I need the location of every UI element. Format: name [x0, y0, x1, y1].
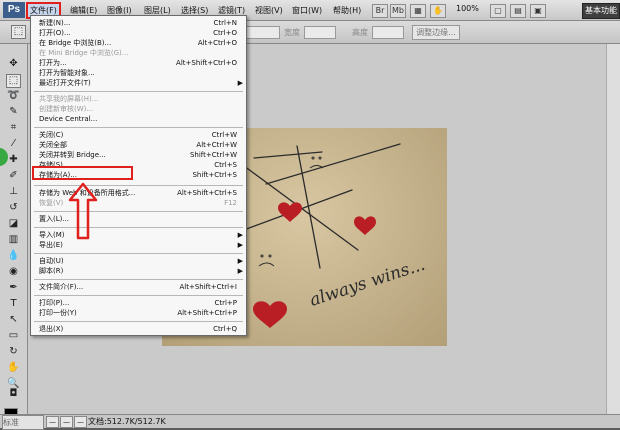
menu-item-open-smart-object[interactable]: 打开为智能对象...	[31, 69, 246, 78]
menu-window[interactable]: 窗口(W)	[292, 4, 322, 17]
menu-item-automate[interactable]: 自动(U) ▶	[31, 257, 246, 266]
menu-item-close[interactable]: 关闭(C) Ctrl+W	[31, 131, 246, 140]
menu-item-revert: 恢复(V) F12	[39, 199, 237, 207]
width-input[interactable]	[304, 26, 336, 39]
menu-item-share-screen: 共享我的屏幕(H)...	[39, 95, 99, 103]
width-label: 宽度	[284, 28, 300, 37]
status-bar: 标准 — — — 文档:512.7K/512.7K	[0, 414, 620, 430]
save-as-highlight-box	[32, 166, 133, 180]
status-next-button[interactable]: —	[60, 416, 73, 428]
menu-item-place[interactable]: 置入(L)...	[31, 215, 246, 224]
eraser-tool-icon[interactable]: ◪	[7, 218, 20, 230]
menu-separator	[34, 91, 243, 92]
minibridge-icon[interactable]: Mb	[390, 4, 406, 18]
screen-mode-icon[interactable]: ▢	[490, 4, 506, 18]
menu-item-recent-files[interactable]: 最近打开文件(T) ▶	[31, 79, 246, 88]
menu-item-scripts[interactable]: 脚本(R) ▶	[31, 267, 246, 276]
submenu-arrow-icon: ▶	[237, 241, 243, 249]
menu-item-create-review: 创建新审核(W)...	[39, 105, 94, 113]
quick-mask-icon[interactable]: ◘	[7, 388, 20, 400]
dodge-tool-icon[interactable]: ◉	[7, 266, 20, 278]
shape-tool-icon[interactable]: ▭	[7, 330, 20, 342]
menu-item-exit[interactable]: 退出(X) Ctrl+Q	[31, 325, 246, 334]
marquee-tool-preset-icon[interactable]: ⬚	[11, 25, 26, 39]
path-select-tool-icon[interactable]: ↖	[7, 314, 20, 326]
menu-item-open[interactable]: 打开(O)... Ctrl+O	[31, 29, 246, 38]
menu-separator	[34, 211, 243, 212]
move-tool-icon[interactable]: ✥	[7, 58, 20, 70]
hand-icon[interactable]: ✋	[430, 4, 446, 18]
menu-item-device-central[interactable]: Device Central...	[31, 115, 246, 124]
menu-item-close-all[interactable]: 关闭全部 Alt+Ctrl+W	[31, 141, 246, 150]
menu-item-print-one-copy[interactable]: 打印一份(Y) Alt+Shift+Ctrl+P	[31, 309, 246, 318]
workspace-button[interactable]: 基本功能	[582, 3, 620, 19]
menu-item-browse-mini-bridge: 在 Mini Bridge 中浏览(G)...	[39, 49, 129, 57]
zoom-level[interactable]: 100%	[456, 4, 479, 13]
menu-item-import[interactable]: 导入(M) ▶	[31, 231, 246, 240]
status-prev-button[interactable]: —	[46, 416, 59, 428]
gradient-tool-icon[interactable]: ▥	[7, 234, 20, 246]
photoshop-logo: Ps	[3, 2, 25, 18]
menu-item-print[interactable]: 打印(P)... Ctrl+P	[31, 299, 246, 308]
blur-tool-icon[interactable]: 💧	[7, 250, 20, 262]
lasso-tool-icon[interactable]: ➰	[7, 90, 20, 102]
crop-tool-icon[interactable]: ⌗	[7, 122, 20, 134]
type-tool-icon[interactable]: T	[7, 298, 20, 310]
menu-separator	[34, 295, 243, 296]
pen-tool-icon[interactable]: ✒	[7, 282, 20, 294]
vertical-scrollbar[interactable]	[606, 44, 620, 414]
menu-separator	[34, 279, 243, 280]
menu-separator	[34, 253, 243, 254]
refine-edge-button[interactable]: 调整边缘...	[412, 25, 460, 40]
arrange-icon[interactable]: ▤	[510, 4, 526, 18]
height-input[interactable]	[372, 26, 404, 39]
menu-separator	[34, 127, 243, 128]
healing-tool-icon[interactable]: ✚	[7, 154, 20, 166]
hand-tool-icon[interactable]: ✋	[7, 362, 20, 374]
photo-handwriting: always wins...	[307, 255, 427, 311]
status-extra-button[interactable]: —	[74, 416, 87, 428]
quick-select-tool-icon[interactable]: ✎	[7, 106, 20, 118]
grid-icon[interactable]: ▦	[410, 4, 426, 18]
height-label: 高度	[352, 28, 368, 37]
menu-item-file-info[interactable]: 文件简介(F)... Alt+Shift+Ctrl+I	[31, 283, 246, 292]
3d-rotate-tool-icon[interactable]: ↻	[7, 346, 20, 358]
document-size-readout: 文档:512.7K/512.7K	[88, 417, 166, 426]
menu-help[interactable]: 帮助(H)	[333, 4, 361, 17]
menu-view[interactable]: 视图(V)	[255, 4, 283, 17]
history-brush-tool-icon[interactable]: ↺	[7, 202, 20, 214]
bridge-icon[interactable]: Br	[372, 4, 388, 18]
menu-separator	[34, 185, 243, 186]
menu-item-export[interactable]: 导出(E) ▶	[31, 241, 246, 250]
submenu-arrow-icon: ▶	[237, 79, 243, 87]
menu-item-open-as[interactable]: 打开为... Alt+Shift+Ctrl+O	[31, 59, 246, 68]
menu-separator	[34, 321, 243, 322]
menu-item-save-for-web[interactable]: 存储为 Web 和设备所用格式... Alt+Shift+Ctrl+S	[31, 189, 246, 198]
submenu-arrow-icon: ▶	[237, 257, 243, 265]
brush-tool-icon[interactable]: ✐	[7, 170, 20, 182]
menu-separator	[34, 227, 243, 228]
submenu-arrow-icon: ▶	[237, 231, 243, 239]
marquee-tool-icon[interactable]: ⬚	[6, 74, 21, 88]
submenu-arrow-icon: ▶	[237, 267, 243, 275]
menu-item-new[interactable]: 新建(N)... Ctrl+N	[31, 19, 246, 28]
screen-icon[interactable]: ▣	[530, 4, 546, 18]
menu-item-browse-bridge[interactable]: 在 Bridge 中浏览(B)... Alt+Ctrl+O	[31, 39, 246, 48]
status-zoom-field[interactable]: 标准	[2, 415, 44, 430]
menu-item-close-go-bridge[interactable]: 关闭并转到 Bridge... Shift+Ctrl+W	[31, 151, 246, 160]
stamp-tool-icon[interactable]: ⊥	[7, 186, 20, 198]
pointer-arrow-icon	[68, 182, 98, 240]
tools-panel: ✥ ⬚ ➰ ✎ ⌗ ⁄ ✚ ✐ ⊥ ↺ ◪ ▥ 💧 ◉ ✒ T ↖ ▭ ↻ ✋ …	[0, 44, 28, 428]
eyedropper-tool-icon[interactable]: ⁄	[7, 138, 20, 150]
